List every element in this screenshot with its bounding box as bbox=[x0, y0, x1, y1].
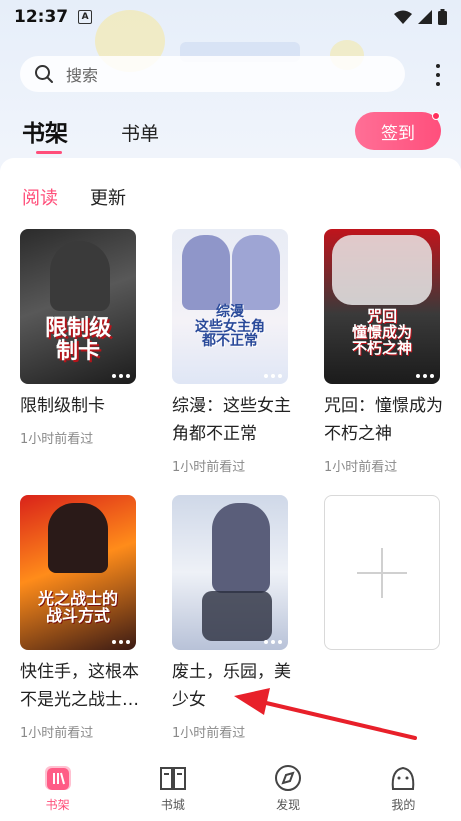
cover-figure bbox=[332, 235, 432, 305]
nav-label: 我的 bbox=[391, 798, 416, 812]
book-more-icon[interactable] bbox=[112, 640, 130, 644]
cover-figure bbox=[212, 503, 270, 593]
book-item[interactable]: 限制级 制卡 限制级制卡 1小时前看过 bbox=[20, 229, 138, 447]
book-more-icon[interactable] bbox=[416, 374, 434, 378]
nav-item-bookstore[interactable]: 书城 bbox=[115, 752, 230, 821]
book-title: 废土，乐园，美少女 bbox=[172, 662, 291, 710]
status-time: 12:37 bbox=[14, 7, 69, 27]
cover-figure bbox=[232, 235, 280, 310]
book-last-read: 1小时前看过 bbox=[324, 460, 398, 475]
checkin-badge-dot bbox=[432, 112, 440, 120]
cover-title: 综漫 这些女主角 都不正常 bbox=[195, 304, 265, 350]
search-icon bbox=[35, 65, 53, 83]
cover-title: 光之战士的 战斗方式 bbox=[37, 589, 118, 625]
bottom-navigation: 书架 书城 发现 我的 bbox=[0, 752, 461, 821]
cover-figure bbox=[202, 591, 272, 641]
cover-title: 限制级 制卡 bbox=[44, 316, 111, 365]
subtab-read[interactable]: 阅读 bbox=[22, 184, 58, 210]
book-cover[interactable]: 咒回 憧憬成为 不朽之神 bbox=[324, 229, 440, 384]
book-title: 快住手，这根本不是光之战士的战斗方式 bbox=[20, 662, 139, 710]
nav-label: 书城 bbox=[160, 798, 185, 812]
book-item[interactable]: 光之战士的 战斗方式 快住手，这根本不是光之战士的战斗方式 1小时前看过 bbox=[20, 495, 139, 741]
book-last-read: 1小时前看过 bbox=[20, 726, 94, 741]
tab-active-indicator bbox=[36, 151, 62, 154]
cover-figure bbox=[182, 235, 230, 310]
nav-label: 书架 bbox=[45, 798, 70, 812]
subtab-update[interactable]: 更新 bbox=[90, 184, 126, 210]
book-more-icon[interactable] bbox=[264, 374, 282, 378]
book-more-icon[interactable] bbox=[112, 374, 130, 378]
nav-item-discover[interactable]: 发现 bbox=[231, 752, 346, 821]
book-cover[interactable]: 综漫 这些女主角 都不正常 bbox=[172, 229, 288, 384]
book-item[interactable]: 废土，乐园，美少女 1小时前看过 bbox=[172, 495, 291, 741]
cover-title: 咒回 憧憬成为 不朽之神 bbox=[351, 307, 412, 357]
plus-icon bbox=[357, 547, 407, 598]
book-last-read: 1小时前看过 bbox=[172, 726, 246, 741]
book-more-icon[interactable] bbox=[264, 640, 282, 644]
book-title: 综漫：这些女主角都不正常 bbox=[172, 396, 291, 444]
search-placeholder: 搜索 bbox=[66, 66, 99, 85]
bookshelf-icon bbox=[44, 766, 71, 790]
wifi-icon bbox=[394, 10, 412, 24]
tab-bookshelf[interactable]: 书架 bbox=[22, 114, 68, 148]
profile-icon bbox=[392, 766, 415, 790]
add-book-button[interactable] bbox=[324, 495, 440, 650]
checkin-label: 签到 bbox=[381, 123, 415, 144]
nav-label: 发现 bbox=[276, 798, 301, 812]
nav-item-bookshelf[interactable]: 书架 bbox=[0, 752, 115, 821]
book-cover[interactable] bbox=[172, 495, 288, 650]
book-title: 咒回：憧憬成为不朽之神 bbox=[324, 396, 443, 444]
signal-icon bbox=[418, 10, 432, 24]
cover-figure bbox=[50, 241, 110, 311]
book-title: 限制级制卡 bbox=[20, 396, 105, 416]
compass-icon bbox=[275, 765, 302, 791]
bookstore-icon bbox=[159, 767, 186, 790]
book-cover[interactable]: 光之战士的 战斗方式 bbox=[20, 495, 136, 650]
tab-booklist[interactable]: 书单 bbox=[121, 119, 159, 146]
book-item[interactable]: 咒回 憧憬成为 不朽之神 咒回：憧憬成为不朽之神 1小时前看过 bbox=[324, 229, 443, 475]
book-cover[interactable]: 限制级 制卡 bbox=[20, 229, 136, 384]
book-last-read: 1小时前看过 bbox=[172, 460, 246, 475]
nav-item-profile[interactable]: 我的 bbox=[346, 752, 461, 821]
battery-icon bbox=[438, 9, 447, 25]
book-item[interactable]: 综漫 这些女主角 都不正常 综漫：这些女主角都不正常 1小时前看过 bbox=[172, 229, 291, 475]
more-options-icon[interactable] bbox=[428, 60, 448, 90]
book-last-read: 1小时前看过 bbox=[20, 432, 94, 447]
notification-a-icon: A bbox=[78, 10, 93, 24]
cover-figure bbox=[48, 503, 108, 573]
checkin-button[interactable]: 签到 bbox=[355, 112, 441, 150]
status-bar: 12:37 A bbox=[0, 0, 461, 34]
search-input[interactable]: 搜索 bbox=[20, 56, 405, 92]
